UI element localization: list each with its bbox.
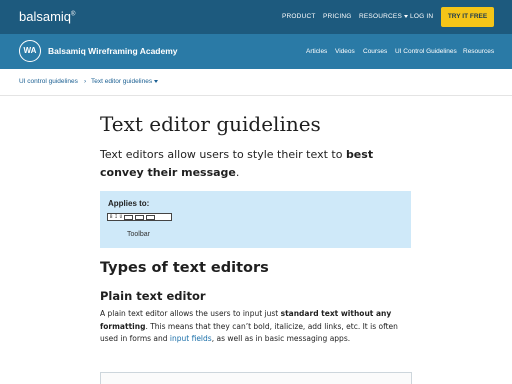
- nav-resources[interactable]: RESOURCES: [359, 13, 408, 20]
- applies-to-box: Applies to: B I U Toolbar: [100, 191, 411, 248]
- toolbar-thumbnail-control: [135, 214, 145, 220]
- chevron-down-icon: [154, 79, 159, 83]
- plain-text-editor-paragraph: A plain text editor allows the users to …: [100, 309, 398, 343]
- toolbar-thumbnail-icon[interactable]: B I U: [107, 213, 172, 221]
- academy-title[interactable]: Balsamiq Wireframing Academy: [48, 46, 178, 56]
- subsection-heading: Plain text editor: [100, 289, 206, 303]
- top-navigation-bar: balsamiq® PRODUCT PRICING RESOURCES LOG …: [0, 0, 512, 34]
- applies-to-label: Applies to:: [108, 199, 150, 208]
- academy-bar: WA Balsamiq Wireframing Academy Articles…: [0, 34, 512, 69]
- toolbar-thumbnail-control: [124, 214, 134, 220]
- nav-product[interactable]: PRODUCT: [282, 13, 316, 20]
- chevron-down-icon: [403, 14, 408, 18]
- breadcrumb-separator: ›: [84, 78, 87, 85]
- try-it-free-button[interactable]: TRY IT FREE: [441, 7, 494, 27]
- breadcrumb-ui-control-guidelines[interactable]: UI control guidelines: [19, 78, 78, 85]
- toolbar-thumbnail-glyphs: B I U: [110, 214, 123, 219]
- input-fields-link[interactable]: input fields: [170, 334, 212, 343]
- toolbar-thumbnail-control: [146, 214, 156, 220]
- nav-pricing[interactable]: PRICING: [323, 13, 352, 20]
- example-box: [100, 372, 412, 384]
- subnav-ui-control-guidelines[interactable]: UI Control Guidelines: [395, 48, 457, 55]
- nav-login[interactable]: LOG IN: [410, 13, 433, 20]
- subnav-videos[interactable]: Videos: [335, 48, 355, 55]
- breadcrumb: UI control guidelines › Text editor guid…: [0, 69, 512, 96]
- section-heading: Types of text editors: [100, 260, 269, 276]
- subnav-articles[interactable]: Articles: [306, 48, 327, 55]
- page-title: Text editor guidelines: [100, 112, 321, 136]
- subnav-courses[interactable]: Courses: [363, 48, 387, 55]
- subnav-resources[interactable]: Resources: [463, 48, 494, 55]
- intro-text: Text editors allow users to style their …: [100, 148, 374, 179]
- breadcrumb-text-editor-guidelines[interactable]: Text editor guidelines: [91, 78, 159, 85]
- balsamiq-logo[interactable]: balsamiq®: [19, 9, 75, 24]
- wireframing-academy-logo-icon[interactable]: WA: [19, 40, 41, 62]
- toolbar-link[interactable]: Toolbar: [127, 231, 150, 238]
